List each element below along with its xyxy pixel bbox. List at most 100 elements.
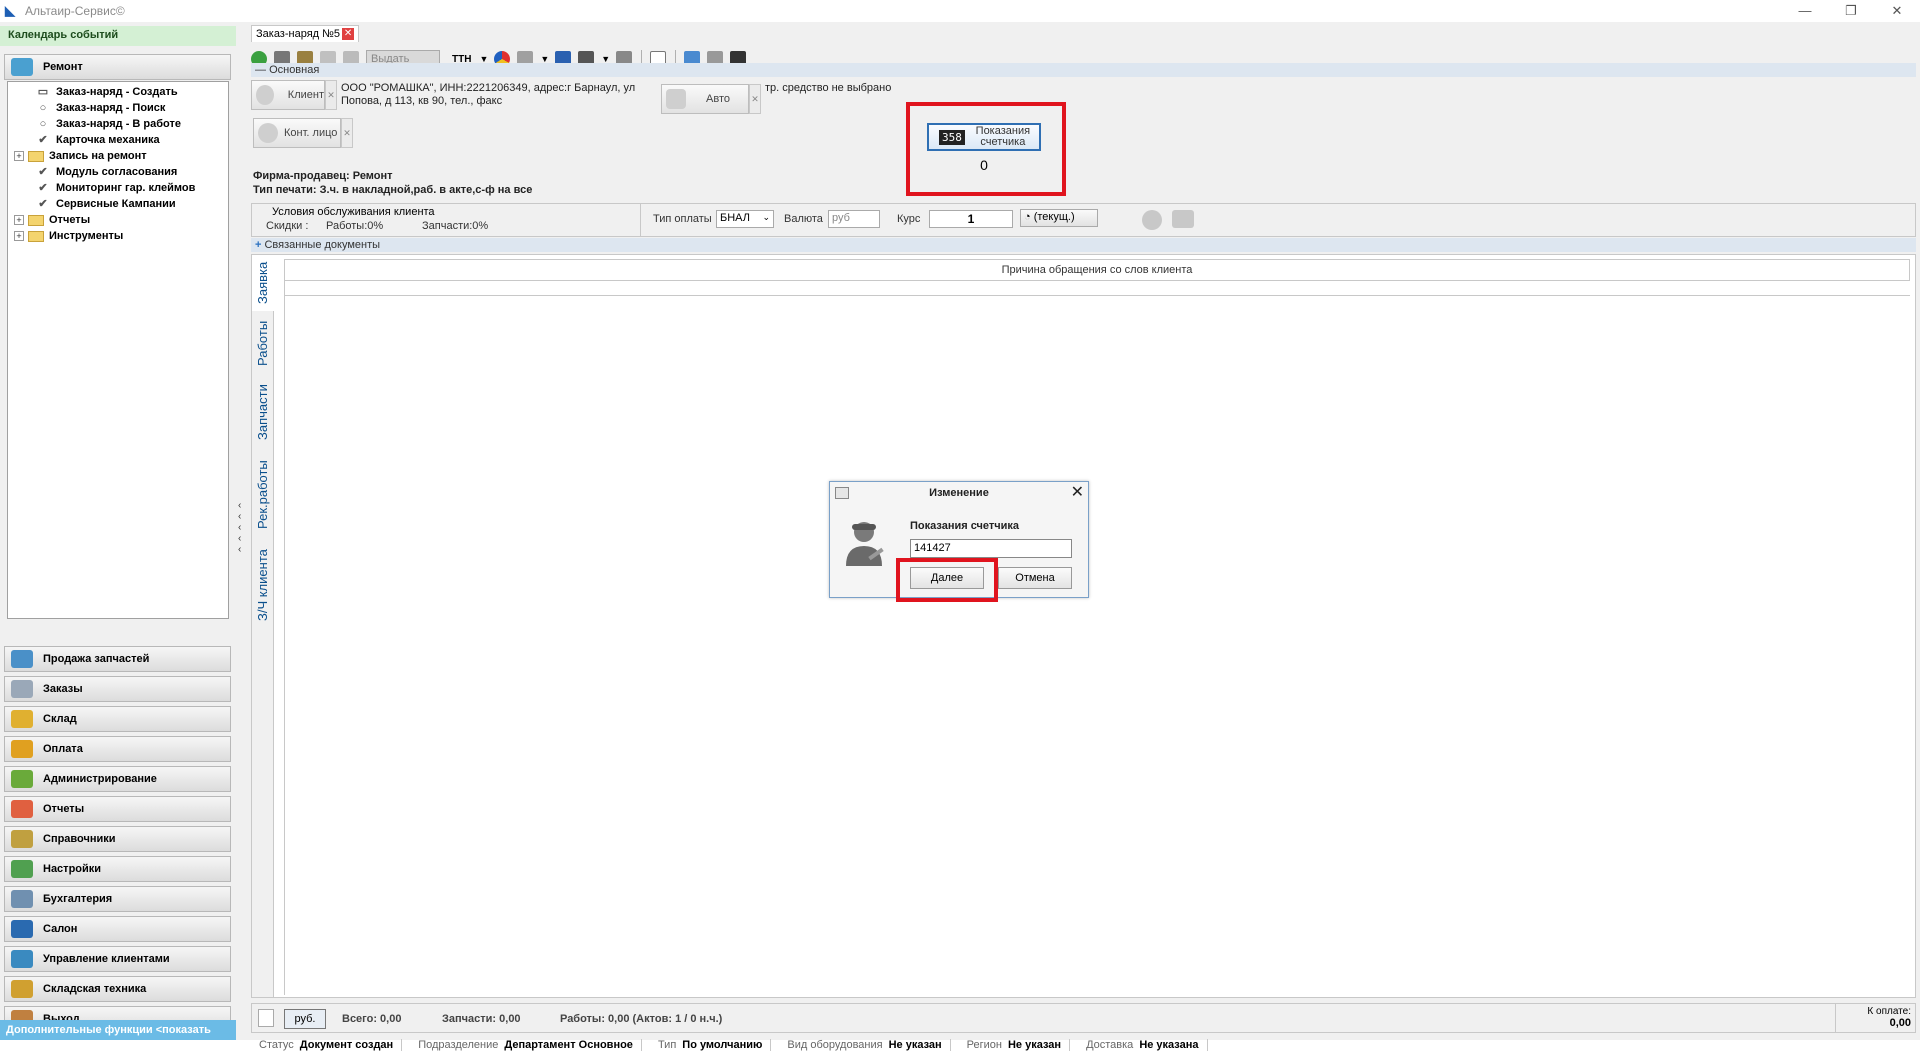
conditions-panel: Условия обслуживания клиента Скидки : Ра… bbox=[252, 204, 641, 236]
tree-item-label: Сервисные Кампании bbox=[56, 198, 176, 210]
lock-user-icon[interactable] bbox=[1142, 210, 1162, 230]
section-repair-button[interactable]: Ремонт bbox=[4, 54, 231, 80]
dialog-field-label: Показания счетчика bbox=[910, 520, 1020, 532]
section-label: Справочники bbox=[43, 833, 116, 845]
section-button-7[interactable]: Настройки bbox=[4, 856, 231, 882]
check-icon: ✔ bbox=[38, 166, 48, 178]
status-label: Статус bbox=[259, 1039, 294, 1051]
section-button-11[interactable]: Складская техника bbox=[4, 976, 231, 1002]
client-icon bbox=[256, 85, 274, 105]
collapse-arrows-icon[interactable]: ‹ ‹ ‹ ‹ ‹ bbox=[238, 500, 241, 555]
expand-icon[interactable]: + bbox=[14, 231, 24, 241]
refresh-rate-icon: ◔ bbox=[1024, 211, 1034, 223]
tree-item-reports[interactable]: + Отчеты bbox=[8, 212, 228, 228]
tab-works[interactable]: Работы bbox=[252, 313, 274, 373]
to-pay-value: 0,00 bbox=[1889, 1017, 1911, 1029]
folder-icon bbox=[28, 150, 44, 162]
tab-order-5[interactable]: Заказ-наряд №5 ✕ bbox=[251, 25, 360, 42]
section-button-8[interactable]: Бухгалтерия bbox=[4, 886, 231, 912]
tree-item-search-order[interactable]: ○ Заказ-наряд - Поиск bbox=[8, 100, 228, 116]
currency-field[interactable]: руб bbox=[828, 210, 880, 228]
gears-icon bbox=[11, 650, 33, 668]
counter-reading-input[interactable]: 141427 bbox=[910, 539, 1072, 558]
department-label: Подразделение bbox=[418, 1039, 499, 1051]
tree-item-create-order[interactable]: ▭ Заказ-наряд - Создать bbox=[8, 84, 228, 100]
books-icon bbox=[11, 830, 33, 848]
contact-person-button[interactable]: Конт. лицо bbox=[253, 118, 341, 148]
tab-close-icon[interactable]: ✕ bbox=[342, 28, 355, 40]
tree-item-service-campaigns[interactable]: ✔ Сервисные Кампании bbox=[8, 196, 228, 212]
chevron-down-icon: ⌄ bbox=[762, 212, 770, 222]
minimize-button[interactable]: — bbox=[1782, 0, 1828, 22]
calendar-events-bar[interactable]: Календарь событий bbox=[0, 26, 236, 46]
section-label: Склад bbox=[43, 713, 77, 725]
service-conditions-bar: Условия обслуживания клиента Скидки : Ра… bbox=[251, 203, 1916, 237]
tab-client-parts[interactable]: З/Ч клиента bbox=[252, 541, 274, 629]
close-button[interactable]: ✕ bbox=[1874, 0, 1920, 22]
section-button-3[interactable]: Оплата bbox=[4, 736, 231, 762]
tab-request[interactable]: Заявка bbox=[252, 255, 274, 311]
section-label: Ремонт bbox=[43, 61, 83, 73]
section-button-0[interactable]: Продажа запчастей bbox=[4, 646, 231, 672]
section-button-6[interactable]: Справочники bbox=[4, 826, 231, 852]
tree-item-approval-module[interactable]: ✔ Модуль согласования bbox=[8, 164, 228, 180]
pay-type-value: БНАЛ bbox=[720, 212, 750, 224]
extra-functions-bar[interactable]: Дополнительные функции <показать bbox=[0, 1020, 236, 1040]
department-value: Департамент Основное bbox=[504, 1039, 642, 1051]
forklift-icon bbox=[11, 980, 33, 998]
to-pay-box: К оплате: 0,00 bbox=[1835, 1004, 1915, 1032]
pay-type-select[interactable]: БНАЛ ⌄ bbox=[716, 210, 774, 228]
section-button-5[interactable]: Отчеты bbox=[4, 796, 231, 822]
expand-icon[interactable]: + bbox=[14, 151, 24, 161]
repair-tree: ▭ Заказ-наряд - Создать ○ Заказ-наряд - … bbox=[7, 81, 229, 619]
expand-icon[interactable]: + bbox=[14, 215, 24, 225]
tree-item-mechanic-card[interactable]: ✔ Карточка механика bbox=[8, 132, 228, 148]
coins-icon bbox=[11, 710, 33, 728]
comment-icon[interactable] bbox=[1172, 210, 1194, 228]
clear-client-icon[interactable]: ✕ bbox=[325, 80, 337, 110]
type-label: Тип bbox=[657, 1039, 677, 1051]
cancel-button[interactable]: Отмена bbox=[998, 567, 1072, 589]
section-button-9[interactable]: Салон bbox=[4, 916, 231, 942]
car-icon bbox=[11, 920, 33, 938]
rate-field[interactable]: 1 bbox=[929, 210, 1013, 228]
tree-item-tools[interactable]: + Инструменты bbox=[8, 228, 228, 244]
currency-button[interactable]: руб. bbox=[284, 1009, 326, 1029]
main-group-header[interactable]: — Основная bbox=[251, 63, 1916, 77]
car-icon bbox=[666, 89, 686, 109]
collapse-icon: — bbox=[255, 64, 270, 76]
dialog-close-icon[interactable]: ✕ bbox=[1071, 484, 1084, 502]
tree-item-label: Отчеты bbox=[49, 214, 91, 226]
restore-button[interactable]: ❐ bbox=[1828, 0, 1874, 22]
ledger-icon bbox=[11, 890, 33, 908]
client-button[interactable]: Клиент bbox=[251, 80, 325, 110]
tree-item-warranty-monitoring[interactable]: ✔ Мониторинг гар. клеймов bbox=[8, 180, 228, 196]
section-button-4[interactable]: Администрирование bbox=[4, 766, 231, 792]
section-button-2[interactable]: Склад bbox=[4, 706, 231, 732]
clear-contact-icon[interactable]: ✕ bbox=[341, 118, 353, 148]
tree-item-repair-booking[interactable]: + Запись на ремонт bbox=[8, 148, 228, 164]
related-docs-header[interactable]: + Связанные документы bbox=[251, 238, 1916, 252]
person-icon bbox=[258, 123, 278, 143]
region-label: Регион bbox=[966, 1039, 1002, 1051]
section-label: Управление клиентами bbox=[43, 953, 170, 965]
window-title: Альтаир-Сервис© bbox=[25, 4, 125, 18]
dialog-title: Изменение bbox=[929, 487, 989, 499]
tab-recommended-works[interactable]: Рек.работы bbox=[252, 451, 274, 539]
section-button-1[interactable]: Заказы bbox=[4, 676, 231, 702]
section-label: Отчеты bbox=[43, 803, 85, 815]
section-label: Администрирование bbox=[43, 773, 157, 785]
mechanic-avatar-icon bbox=[846, 522, 884, 566]
current-rate-button[interactable]: ◔ (текущ.) bbox=[1020, 209, 1098, 227]
grid-column-header[interactable]: Причина обращения со слов клиента bbox=[284, 259, 1910, 281]
panel-splitter[interactable]: ‹ ‹ ‹ ‹ ‹ bbox=[236, 22, 246, 1040]
auto-button[interactable]: Авто bbox=[661, 84, 749, 114]
clear-auto-icon[interactable]: ✕ bbox=[749, 84, 761, 114]
highlight-next-button bbox=[896, 558, 998, 602]
tree-item-orders-in-work[interactable]: ○ Заказ-наряд - В работе bbox=[8, 116, 228, 132]
document-icon: ▭ bbox=[37, 86, 49, 98]
document-icon[interactable] bbox=[258, 1009, 274, 1027]
tab-parts[interactable]: Запчасти bbox=[252, 375, 274, 449]
section-button-10[interactable]: Управление клиентами bbox=[4, 946, 231, 972]
works-discount: Работы:0% bbox=[326, 220, 384, 232]
